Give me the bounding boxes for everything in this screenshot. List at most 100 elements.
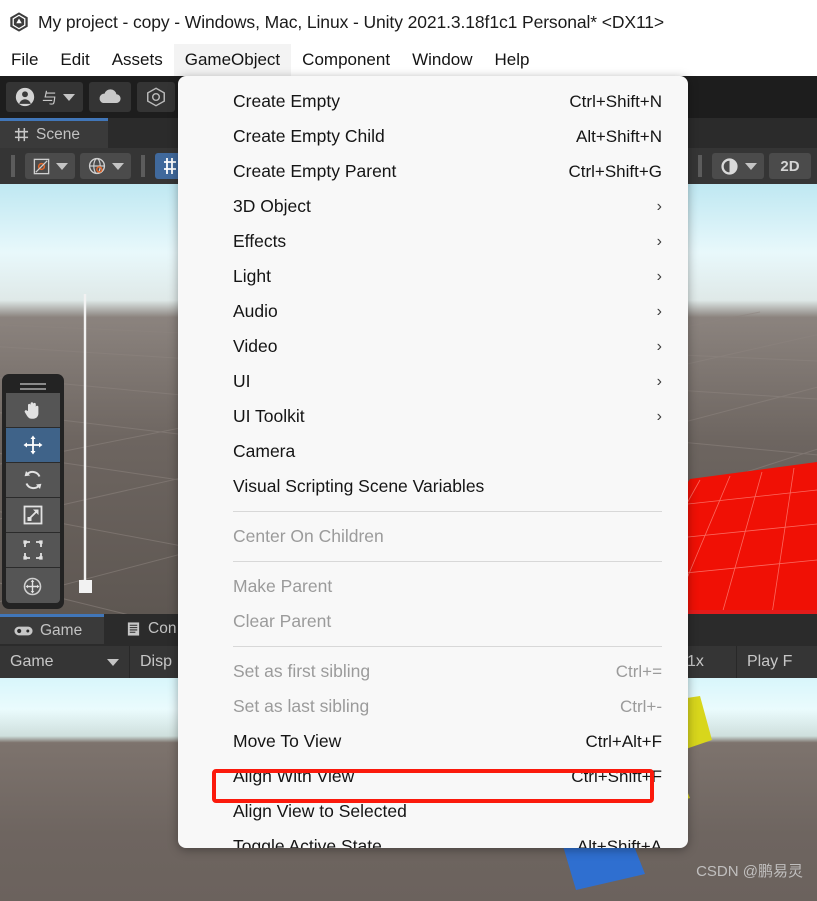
tab-game-label: Game (40, 621, 83, 639)
tab-scene-label: Scene (36, 125, 80, 143)
menu-item-label: Audio (233, 301, 278, 321)
tab-console-label: Con (148, 620, 177, 637)
scene-tool-palette (2, 374, 64, 609)
chevron-right-icon: › (656, 337, 662, 355)
lighting-toggle-icon (721, 157, 738, 175)
cloud-button[interactable] (89, 82, 132, 112)
hand-icon (24, 402, 39, 419)
tab-scene[interactable]: Scene (0, 118, 108, 148)
game-view-select[interactable]: Game (0, 646, 130, 678)
rect-transform-icon (23, 540, 43, 560)
rotate-tool-button[interactable] (6, 463, 60, 498)
chevron-down-icon[interactable] (63, 93, 76, 101)
menu-item-set-as-last-sibling: Set as last sibling Ctrl+- (178, 689, 688, 724)
menu-item-toggle-active-state[interactable]: Toggle Active State Alt+Shift+A (178, 829, 688, 848)
menu-item-shortcut: Alt+Shift+A (576, 836, 662, 849)
menu-separator (233, 511, 662, 512)
lighting-toggle-button[interactable] (712, 153, 764, 179)
grid-snap-icon (164, 158, 176, 174)
move-arrows-icon (23, 435, 43, 455)
menu-item-ui-toolkit[interactable]: UI Toolkit › (178, 399, 688, 434)
chevron-down-icon[interactable] (107, 658, 119, 666)
menu-item-visual-scripting-scene-variables[interactable]: Visual Scripting Scene Variables (178, 469, 688, 504)
menu-item-make-parent: Make Parent (178, 569, 688, 604)
play-focused-button[interactable]: Play F (737, 646, 817, 678)
menu-item-camera[interactable]: Camera (178, 434, 688, 469)
hand-tool-button[interactable] (6, 393, 60, 428)
menubar-item-gameobject[interactable]: GameObject (173, 44, 292, 76)
menu-item-move-to-view[interactable]: Move To View Ctrl+Alt+F (178, 724, 688, 759)
menu-item-ui[interactable]: UI › (178, 364, 688, 399)
gameobject-dropdown-menu: Create Empty Ctrl+Shift+N Create Empty C… (178, 76, 688, 848)
gamepad-icon (14, 626, 33, 635)
tab-game[interactable]: Game (0, 614, 104, 644)
chevron-down-icon[interactable] (56, 162, 68, 170)
play-focused-label: Play F (747, 653, 793, 670)
menu-item-shortcut: Alt+Shift+N (576, 126, 662, 146)
pivot-toggle-button[interactable] (25, 153, 75, 179)
toolbar-divider (141, 155, 145, 177)
menu-item-light[interactable]: Light › (178, 259, 688, 294)
transform-tool-button[interactable] (6, 568, 60, 603)
chevron-down-icon[interactable] (112, 162, 124, 170)
chevron-right-icon: › (656, 232, 662, 250)
chevron-right-icon: › (656, 267, 662, 285)
menubar-item-window[interactable]: Window (401, 44, 483, 76)
chevron-right-icon: › (656, 197, 662, 215)
window-titlebar: My project - copy - Windows, Mac, Linux … (0, 0, 817, 44)
globe-icon (88, 157, 106, 175)
menu-item-effects[interactable]: Effects › (178, 224, 688, 259)
rect-tool-button[interactable] (6, 533, 60, 568)
menubar-item-assets[interactable]: Assets (101, 44, 174, 76)
package-button[interactable] (137, 82, 176, 112)
toolbar-divider (698, 155, 702, 177)
menu-item-label: Effects (233, 231, 287, 251)
unity-logo-icon (10, 12, 28, 32)
package-icon (147, 87, 165, 107)
chevron-right-icon: › (656, 372, 662, 390)
menu-item-label: Toggle Active State (233, 836, 382, 848)
cloud-icon (99, 89, 121, 104)
view-mode-2d-button[interactable]: 2D (769, 153, 811, 179)
menu-separator (233, 646, 662, 647)
menu-item-clear-parent: Clear Parent (178, 604, 688, 639)
menu-item-label: Make Parent (233, 576, 333, 596)
menubar-item-edit[interactable]: Edit (49, 44, 100, 76)
menu-item-3d-object[interactable]: 3D Object › (178, 189, 688, 224)
menu-item-align-view-to-selected[interactable]: Align View to Selected (178, 794, 688, 829)
rotate-icon (24, 470, 42, 490)
handle-space-button[interactable] (80, 153, 131, 179)
account-button[interactable]: 与 (6, 82, 84, 112)
menu-item-label: 3D Object (233, 196, 311, 216)
chevron-right-icon: › (656, 302, 662, 320)
toolbar-divider (11, 155, 15, 177)
menu-item-label: Create Empty (233, 91, 340, 111)
menu-bar: File Edit Assets GameObject Component Wi… (0, 44, 817, 76)
menu-item-video[interactable]: Video › (178, 329, 688, 364)
palette-drag-handle[interactable] (6, 379, 60, 393)
menu-item-create-empty[interactable]: Create Empty Ctrl+Shift+N (178, 84, 688, 119)
scale-tool-button[interactable] (6, 498, 60, 533)
chevron-down-icon[interactable] (745, 162, 757, 170)
move-tool-button[interactable] (6, 428, 60, 463)
game-view-select-label: Game (10, 653, 54, 670)
menu-item-audio[interactable]: Audio › (178, 294, 688, 329)
menu-item-shortcut: Ctrl+Shift+F (571, 766, 662, 786)
menu-separator (233, 561, 662, 562)
menu-item-shortcut: Ctrl+- (619, 696, 662, 716)
menu-item-align-with-view[interactable]: Align With View Ctrl+Shift+F (178, 759, 688, 794)
menu-item-create-empty-parent[interactable]: Create Empty Parent Ctrl+Shift+G (178, 154, 688, 189)
menu-item-shortcut: Ctrl+Shift+G (568, 161, 662, 181)
menubar-item-component[interactable]: Component (291, 44, 401, 76)
menu-item-label: Move To View (233, 731, 342, 751)
menu-item-label: Create Empty Parent (233, 161, 397, 181)
menubar-item-help[interactable]: Help (484, 44, 541, 76)
menu-item-label: Light (233, 266, 271, 286)
menubar-item-file[interactable]: File (0, 44, 49, 76)
menu-item-label: Visual Scripting Scene Variables (233, 476, 485, 496)
menu-item-label: UI (233, 371, 251, 391)
chevron-right-icon: › (656, 407, 662, 425)
account-icon (15, 87, 35, 107)
menu-item-create-empty-child[interactable]: Create Empty Child Alt+Shift+N (178, 119, 688, 154)
menu-item-label: Camera (233, 441, 296, 461)
